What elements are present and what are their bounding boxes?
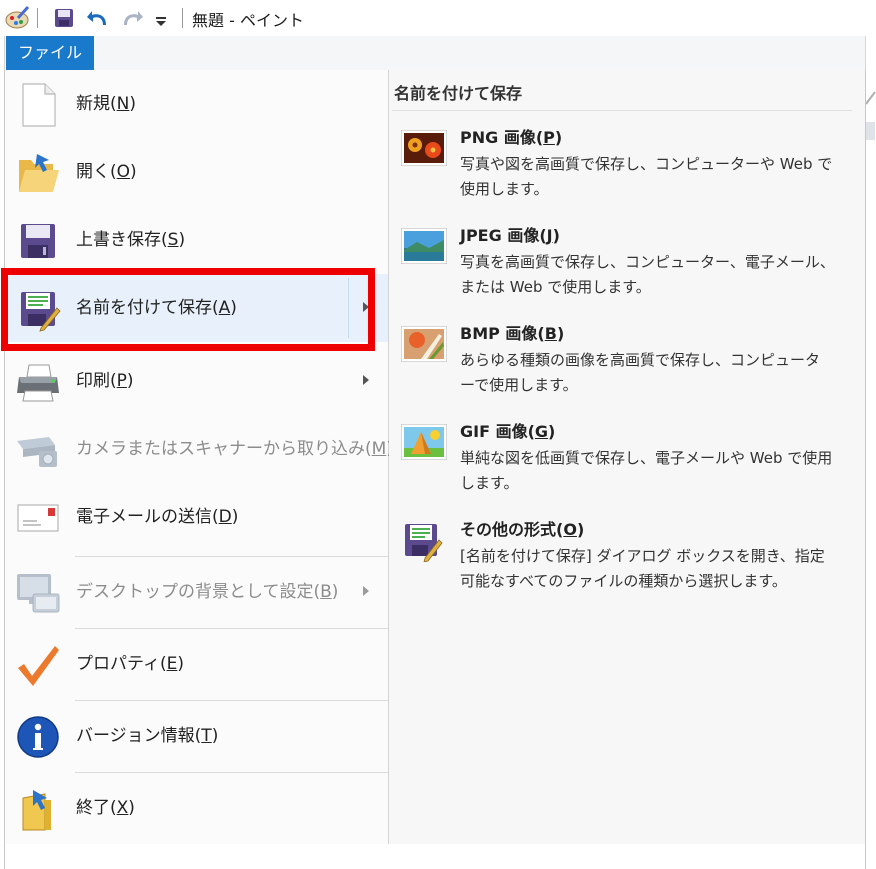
new-document-icon bbox=[15, 82, 61, 128]
menu-divider bbox=[75, 772, 388, 773]
menu-footer bbox=[4, 844, 866, 869]
format-png[interactable]: PNG 画像(P) 写真や図を高画質で保存し、コンピューターや Web で使用し… bbox=[395, 124, 850, 214]
format-other[interactable]: その他の形式(O) [名前を付けて保存] ダイアログ ボックスを開き、指定可能な… bbox=[395, 516, 850, 606]
bmp-image-icon bbox=[400, 325, 448, 363]
save-disk-icon bbox=[15, 218, 61, 264]
format-description: 写真を高画質で保存し、コンピューター、電子メール、または Web で使用します。 bbox=[460, 253, 835, 296]
menu-divider bbox=[75, 556, 388, 557]
customize-toolbar-chevron-icon[interactable] bbox=[155, 12, 167, 31]
toolbar-separator bbox=[37, 8, 38, 28]
email-envelope-icon bbox=[15, 495, 61, 541]
menu-divider bbox=[75, 700, 388, 701]
other-formats-save-icon bbox=[403, 520, 443, 563]
menu-item-about[interactable]: バージョン情報(T) bbox=[5, 702, 388, 770]
format-gif[interactable]: GIF 画像(G) 単純な図を低画質で保存し、電子メールや Web で使用します… bbox=[395, 418, 850, 508]
format-description: あらゆる種類の画像を高画質で保存し、コンピューターで使用します。 bbox=[460, 351, 821, 394]
file-menu-commands: 新規(N) 開く(O) 上書き保存(S) 名前を付けて保存(A) 印刷(P) カ… bbox=[5, 70, 393, 844]
submenu-arrow-icon[interactable] bbox=[363, 375, 369, 385]
menu-item-exit[interactable]: 終了(X) bbox=[5, 774, 388, 842]
window-title: 無題 - ペイント bbox=[192, 11, 304, 30]
format-description: [名前を付けて保存] ダイアログ ボックスを開き、指定可能なすべてのファイルの種… bbox=[460, 547, 825, 590]
format-jpeg[interactable]: JPEG 画像(J) 写真を高画質で保存し、コンピューター、電子メール、または … bbox=[395, 222, 850, 312]
ribbon-tab-row: ファイル bbox=[4, 36, 866, 70]
info-icon bbox=[15, 714, 61, 760]
menu-item-set-desktop-background: デスクトップの背景として設定(B) bbox=[5, 558, 388, 626]
checkmark-icon bbox=[15, 642, 61, 688]
toolbar-separator bbox=[182, 8, 183, 28]
menu-item-print[interactable]: 印刷(P) bbox=[5, 347, 388, 415]
open-folder-icon bbox=[15, 150, 61, 196]
format-description: 写真や図を高画質で保存し、コンピューターや Web で使用します。 bbox=[460, 155, 833, 198]
menu-item-new[interactable]: 新規(N) bbox=[5, 70, 388, 138]
undo-icon[interactable] bbox=[86, 7, 110, 33]
menu-item-open[interactable]: 開く(O) bbox=[5, 138, 388, 206]
paint-app-icon[interactable] bbox=[4, 5, 30, 34]
menu-item-save[interactable]: 上書き保存(S) bbox=[5, 206, 388, 274]
menu-divider bbox=[75, 628, 388, 629]
panel-separator bbox=[392, 110, 852, 111]
printer-icon bbox=[15, 359, 61, 405]
menu-item-send-email[interactable]: 電子メールの送信(D) bbox=[5, 483, 388, 551]
desktop-monitor-icon bbox=[15, 570, 61, 616]
save-as-panel-title: 名前を付けて保存 bbox=[394, 84, 523, 103]
menu-item-camera-scanner: カメラまたはスキャナーから取り込み(M) bbox=[5, 415, 393, 483]
format-bmp[interactable]: BMP 画像(B) あらゆる種類の画像を高画質で保存し、コンピューターで使用しま… bbox=[395, 320, 850, 410]
png-image-icon bbox=[400, 129, 448, 167]
exit-icon bbox=[15, 786, 61, 832]
highlight-annotation bbox=[1, 268, 375, 351]
title-bar: 無題 - ペイント bbox=[0, 0, 876, 36]
format-description: 単純な図を低画質で保存し、電子メールや Web で使用します。 bbox=[460, 449, 833, 492]
tab-file[interactable]: ファイル bbox=[6, 36, 94, 70]
scanner-camera-icon bbox=[15, 427, 61, 473]
submenu-arrow-icon bbox=[363, 586, 369, 596]
save-icon[interactable] bbox=[54, 8, 74, 32]
jpeg-image-icon bbox=[400, 227, 448, 265]
redo-icon[interactable] bbox=[120, 7, 144, 33]
gif-image-icon bbox=[400, 423, 448, 461]
menu-item-properties[interactable]: プロパティ(E) bbox=[5, 630, 388, 698]
